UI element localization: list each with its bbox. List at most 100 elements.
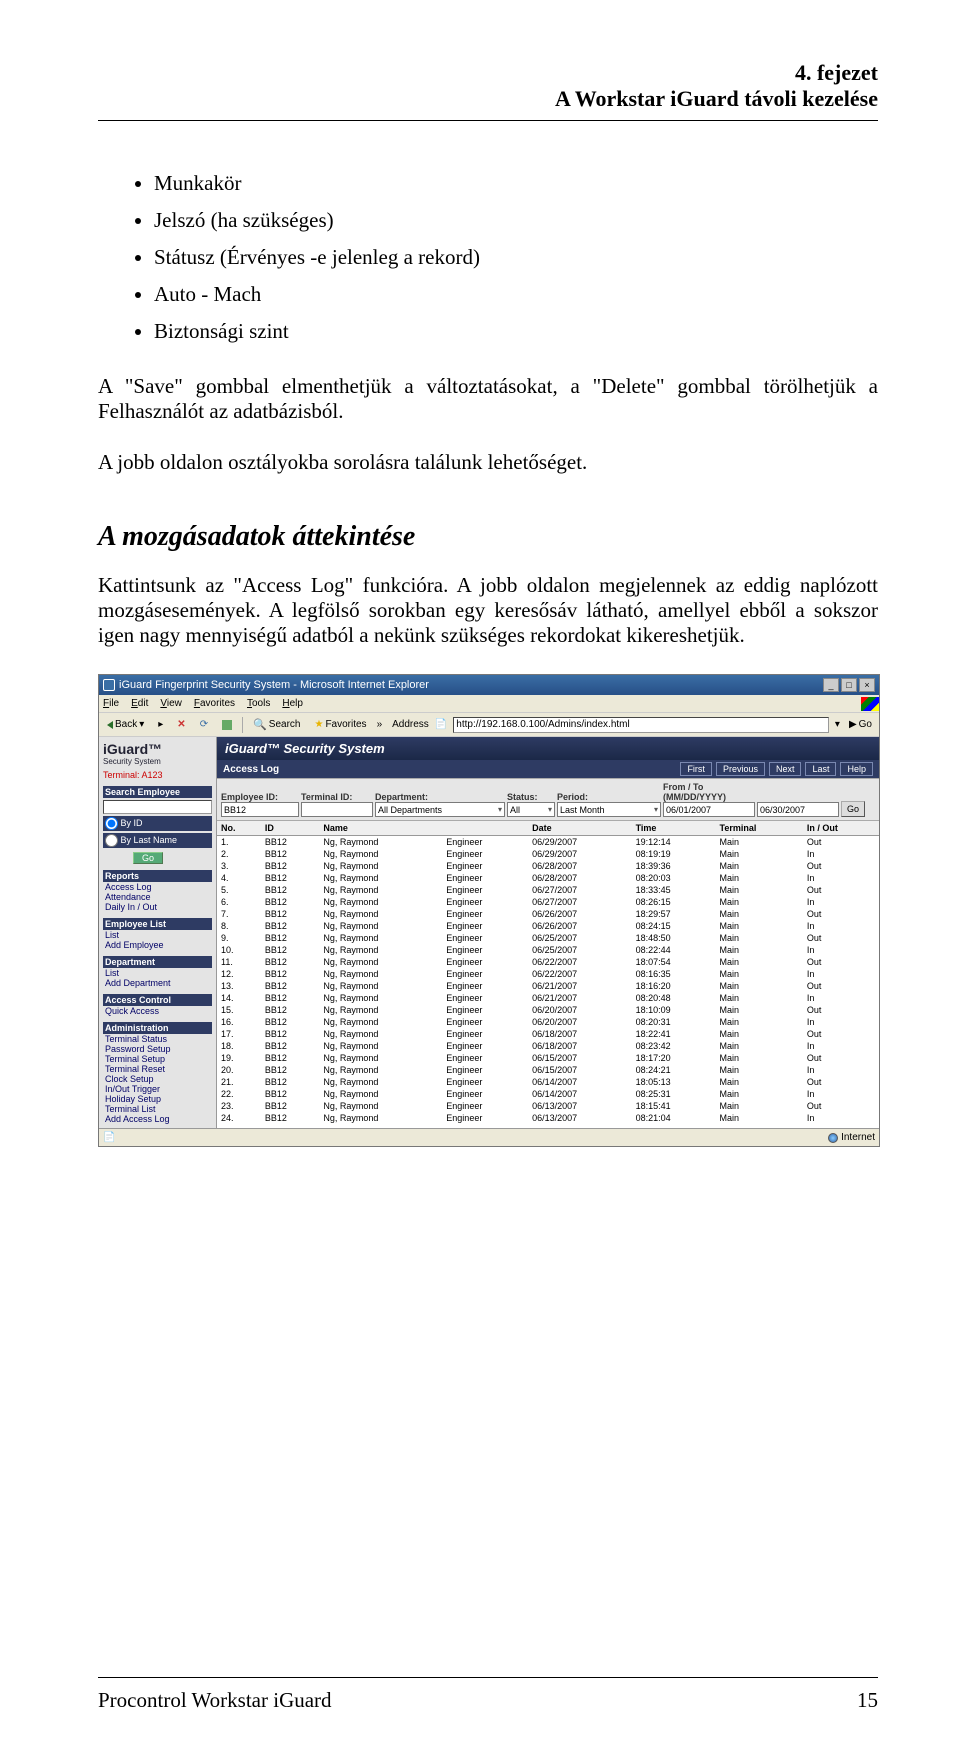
- refresh-button[interactable]: ⟳: [196, 718, 212, 731]
- nav-add-employee[interactable]: Add Employee: [103, 940, 212, 950]
- period-select[interactable]: Last Month: [557, 802, 661, 817]
- department-select[interactable]: All Departments: [375, 802, 505, 817]
- nav-terminal-setup[interactable]: Terminal Setup: [103, 1054, 212, 1064]
- address-dropdown-icon[interactable]: ▾: [835, 719, 840, 730]
- stop-button[interactable]: ✕: [173, 718, 189, 731]
- nav-next-button[interactable]: Next: [769, 762, 802, 776]
- table-row: 7.BB12Ng, RaymondEngineer06/26/200718:29…: [217, 908, 879, 920]
- table-cell: Out: [803, 860, 879, 872]
- bullet-item: Biztonsági szint: [154, 319, 878, 344]
- search-button[interactable]: 🔍Search: [249, 717, 304, 732]
- menu-tools[interactable]: Tools: [247, 698, 270, 709]
- nav-dept-list[interactable]: List: [103, 968, 212, 978]
- table-cell: 06/27/2007: [528, 896, 631, 908]
- table-cell: 06/18/2007: [528, 1028, 631, 1040]
- nav-emp-list[interactable]: List: [103, 930, 212, 940]
- minimize-button[interactable]: _: [823, 678, 839, 692]
- table-cell: Ng, Raymond: [319, 872, 442, 884]
- nav-holiday-setup[interactable]: Holiday Setup: [103, 1094, 212, 1104]
- table-cell: BB12: [261, 836, 320, 849]
- table-cell: 08:16:35: [632, 968, 716, 980]
- table-cell: BB12: [261, 1112, 320, 1124]
- table-cell: 08:20:03: [632, 872, 716, 884]
- table-cell: 22.: [217, 1088, 261, 1100]
- table-cell: 12.: [217, 968, 261, 980]
- table-cell: Engineer: [442, 1040, 528, 1052]
- table-cell: 18:48:50: [632, 932, 716, 944]
- table-row: 23.BB12Ng, RaymondEngineer06/13/200718:1…: [217, 1100, 879, 1112]
- nav-previous-button[interactable]: Previous: [716, 762, 765, 776]
- table-cell: Ng, Raymond: [319, 1076, 442, 1088]
- windows-flag-icon: [861, 697, 879, 711]
- bullet-item: Munkakör: [154, 171, 878, 196]
- sidebar-go-button[interactable]: Go: [133, 852, 163, 864]
- nav-clock-setup[interactable]: Clock Setup: [103, 1074, 212, 1084]
- table-row: 20.BB12Ng, RaymondEngineer06/15/200708:2…: [217, 1064, 879, 1076]
- nav-terminal-reset[interactable]: Terminal Reset: [103, 1064, 212, 1074]
- table-cell: BB12: [261, 1100, 320, 1112]
- forward-button[interactable]: ▸: [154, 718, 167, 731]
- to-date-input[interactable]: [757, 802, 839, 817]
- menu-file[interactable]: File: [103, 698, 119, 709]
- nav-password-setup[interactable]: Password Setup: [103, 1044, 212, 1054]
- sidebar-search-input[interactable]: [103, 800, 212, 814]
- close-button[interactable]: ×: [859, 678, 875, 692]
- table-cell: 08:22:44: [632, 944, 716, 956]
- filter-go-button[interactable]: Go: [841, 801, 865, 817]
- more-chevron-icon[interactable]: »: [377, 719, 383, 730]
- menu-view[interactable]: View: [160, 698, 182, 709]
- table-cell: 18:39:36: [632, 860, 716, 872]
- table-cell: BB12: [261, 968, 320, 980]
- terminal-id: Terminal: A123: [103, 770, 212, 780]
- nav-access-log[interactable]: Access Log: [103, 882, 212, 892]
- table-cell: 06/29/2007: [528, 848, 631, 860]
- maximize-button[interactable]: □: [841, 678, 857, 692]
- back-button[interactable]: Back ▾: [103, 718, 148, 731]
- nav-attendance[interactable]: Attendance: [103, 892, 212, 902]
- table-cell: 06/21/2007: [528, 980, 631, 992]
- screenshot: iGuard Fingerprint Security System - Mic…: [98, 674, 878, 1147]
- nav-add-access-log[interactable]: Add Access Log: [103, 1114, 212, 1124]
- nav-inout-trigger[interactable]: In/Out Trigger: [103, 1084, 212, 1094]
- table-cell: BB12: [261, 980, 320, 992]
- menu-edit[interactable]: Edit: [131, 698, 148, 709]
- table-cell: Ng, Raymond: [319, 980, 442, 992]
- favorites-button[interactable]: ★Favorites: [310, 718, 370, 731]
- nav-add-department[interactable]: Add Department: [103, 978, 212, 988]
- table-cell: 08:19:19: [632, 848, 716, 860]
- radio-by-lastname[interactable]: By Last Name: [103, 833, 212, 848]
- go-button[interactable]: ▶ Go: [846, 719, 875, 730]
- status-select[interactable]: All: [507, 802, 555, 817]
- employee-id-input[interactable]: [221, 802, 299, 817]
- terminal-id-input[interactable]: [301, 802, 373, 817]
- home-button[interactable]: [218, 719, 236, 731]
- table-cell: Main: [715, 956, 802, 968]
- reports-heading: Reports: [103, 870, 212, 882]
- nav-first-button[interactable]: First: [680, 762, 712, 776]
- table-cell: Main: [715, 848, 802, 860]
- nav-quick-access[interactable]: Quick Access: [103, 1006, 212, 1016]
- table-cell: Ng, Raymond: [319, 1028, 442, 1040]
- table-cell: In: [803, 920, 879, 932]
- back-arrow-icon: [107, 721, 113, 729]
- table-cell: 20.: [217, 1064, 261, 1076]
- table-cell: Main: [715, 1004, 802, 1016]
- nav-last-button[interactable]: Last: [805, 762, 836, 776]
- radio-by-id[interactable]: By ID: [103, 816, 212, 831]
- table-row: 4.BB12Ng, RaymondEngineer06/28/200708:20…: [217, 872, 879, 884]
- table-cell: Engineer: [442, 956, 528, 968]
- table-cell: 18:22:41: [632, 1028, 716, 1040]
- table-cell: Main: [715, 992, 802, 1004]
- table-row: 1.BB12Ng, RaymondEngineer06/29/200719:12…: [217, 836, 879, 849]
- menu-help[interactable]: Help: [282, 698, 303, 709]
- table-cell: 06/25/2007: [528, 944, 631, 956]
- table-cell: BB12: [261, 1016, 320, 1028]
- table-cell: Main: [715, 1028, 802, 1040]
- address-input[interactable]: [453, 717, 829, 733]
- nav-terminal-list[interactable]: Terminal List: [103, 1104, 212, 1114]
- nav-daily-inout[interactable]: Daily In / Out: [103, 902, 212, 912]
- from-date-input[interactable]: [663, 802, 755, 817]
- nav-terminal-status[interactable]: Terminal Status: [103, 1034, 212, 1044]
- menu-favorites[interactable]: Favorites: [194, 698, 235, 709]
- nav-help-button[interactable]: Help: [840, 762, 873, 776]
